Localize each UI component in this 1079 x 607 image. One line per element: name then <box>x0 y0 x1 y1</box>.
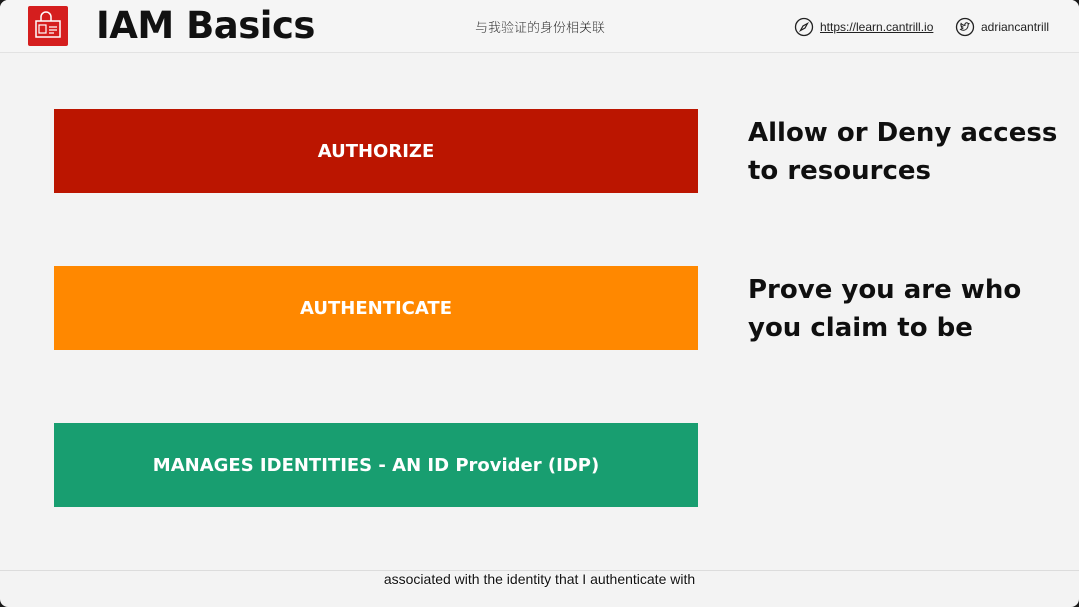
authorize-bar: AUTHORIZE <box>54 109 698 193</box>
authorize-description-line2: to resources <box>748 156 931 186</box>
site-link[interactable]: https://learn.cantrill.io <box>794 16 933 38</box>
slide: IAM Basics 与我验证的身份相关联 https://learn.cant… <box>0 0 1079 607</box>
authenticate-description-line2: you claim to be <box>748 313 973 343</box>
page-title: IAM Basics <box>96 4 315 47</box>
slide-header: IAM Basics 与我验证的身份相关联 https://learn.cant… <box>0 0 1079 53</box>
manages-identities-label: MANAGES IDENTITIES - AN ID Provider (IDP… <box>152 454 600 476</box>
authenticate-description: Prove you are who you claim to be <box>748 271 1068 347</box>
twitter-bird-icon <box>955 17 975 37</box>
twitter-link[interactable]: adriancantrill <box>955 16 1049 38</box>
iam-lock-icon <box>28 6 68 46</box>
authenticate-bar: AUTHENTICATE <box>54 266 698 350</box>
authenticate-label: AUTHENTICATE <box>300 297 452 319</box>
compass-icon <box>794 17 814 37</box>
manages-identities-bar: MANAGES IDENTITIES - AN ID Provider (IDP… <box>54 423 698 507</box>
authorize-description: Allow or Deny access to resources <box>748 114 1068 190</box>
authorize-label: AUTHORIZE <box>317 140 435 162</box>
chinese-subtitle: 与我验证的身份相关联 <box>474 21 605 36</box>
twitter-handle[interactable]: adriancantrill <box>981 20 1049 34</box>
authorize-description-line1: Allow or Deny access <box>748 118 1058 148</box>
video-caption: associated with the identity that I auth… <box>383 571 696 587</box>
authenticate-description-line1: Prove you are who <box>748 275 1022 305</box>
site-link-text[interactable]: https://learn.cantrill.io <box>820 20 933 34</box>
